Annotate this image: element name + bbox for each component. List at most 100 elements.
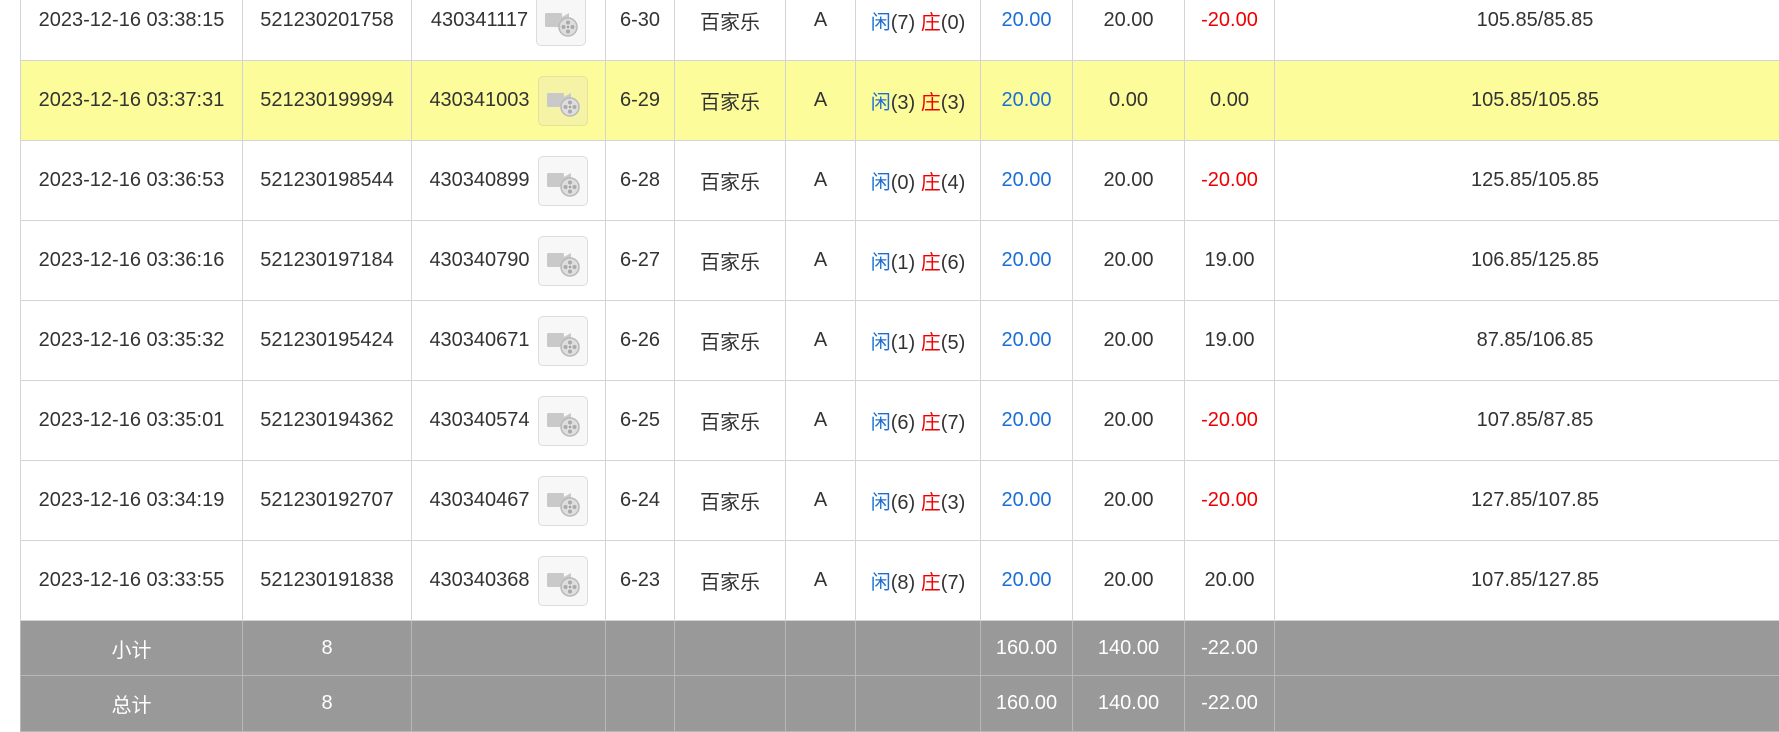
table-id: A bbox=[786, 461, 856, 541]
subtotal-winloss: -22.00 bbox=[1185, 621, 1275, 676]
total-valid: 140.00 bbox=[1073, 676, 1185, 732]
valid-bet: 20.00 bbox=[1073, 301, 1185, 381]
bet-time: 2023-12-16 03:35:32 bbox=[21, 301, 243, 381]
game-number-cell: 430341003 bbox=[412, 61, 606, 141]
total-count: 8 bbox=[243, 676, 412, 732]
balance-change: 107.85/127.85 bbox=[1275, 541, 1779, 621]
video-replay-button[interactable] bbox=[538, 76, 588, 126]
table-row: 2023-12-16 03:33:55521230191838430340368… bbox=[21, 541, 1779, 621]
round-number: 6-25 bbox=[606, 381, 675, 461]
banker-points: (5) bbox=[941, 332, 965, 354]
game-name: 百家乐 bbox=[675, 301, 786, 381]
result-cell: 闲(1) 庄(6) bbox=[856, 221, 981, 301]
video-replay-icon bbox=[544, 483, 582, 519]
balance-change: 106.85/125.85 bbox=[1275, 221, 1779, 301]
round-number: 6-24 bbox=[606, 461, 675, 541]
banker-points: (3) bbox=[941, 492, 965, 514]
bet-time: 2023-12-16 03:36:16 bbox=[21, 221, 243, 301]
result-cell: 闲(6) 庄(3) bbox=[856, 461, 981, 541]
table-id: A bbox=[786, 541, 856, 621]
bet-time: 2023-12-16 03:36:53 bbox=[21, 141, 243, 221]
game-name: 百家乐 bbox=[675, 0, 786, 61]
balance-change: 105.85/85.85 bbox=[1275, 0, 1779, 61]
video-replay-button[interactable] bbox=[536, 0, 586, 46]
player-points: (1) bbox=[891, 252, 915, 274]
valid-bet: 20.00 bbox=[1073, 141, 1185, 221]
video-replay-button[interactable] bbox=[538, 476, 588, 526]
table-footer: 小计 8 160.00 140.00 -22.00 总计 8 160.00 14… bbox=[21, 621, 1779, 732]
player-label: 闲 bbox=[871, 252, 891, 274]
subtotal-row: 小计 8 160.00 140.00 -22.00 bbox=[21, 621, 1779, 676]
banker-points: (7) bbox=[941, 412, 965, 434]
result-cell: 闲(7) 庄(0) bbox=[856, 0, 981, 61]
balance-change: 105.85/105.85 bbox=[1275, 61, 1779, 141]
table-row: 2023-12-16 03:35:01521230194362430340574… bbox=[21, 381, 1779, 461]
order-number: 521230195424 bbox=[243, 301, 412, 381]
game-number: 430340671 bbox=[429, 329, 529, 352]
round-number: 6-26 bbox=[606, 301, 675, 381]
player-points: (6) bbox=[891, 412, 915, 434]
video-replay-icon bbox=[544, 163, 582, 199]
table-id: A bbox=[786, 0, 856, 61]
game-number-cell: 430340574 bbox=[412, 381, 606, 461]
bet-amount: 20.00 bbox=[981, 221, 1073, 301]
total-winloss: -22.00 bbox=[1185, 676, 1275, 732]
video-replay-button[interactable] bbox=[538, 556, 588, 606]
video-replay-icon bbox=[544, 323, 582, 359]
table-row: 2023-12-16 03:37:31521230199994430341003… bbox=[21, 61, 1779, 141]
valid-bet: 20.00 bbox=[1073, 461, 1185, 541]
balance-change: 125.85/105.85 bbox=[1275, 141, 1779, 221]
player-points: (0) bbox=[891, 172, 915, 194]
round-number: 6-28 bbox=[606, 141, 675, 221]
game-number: 430341003 bbox=[429, 89, 529, 112]
total-row: 总计 8 160.00 140.00 -22.00 bbox=[21, 676, 1779, 732]
game-name: 百家乐 bbox=[675, 461, 786, 541]
round-number: 6-27 bbox=[606, 221, 675, 301]
round-number: 6-30 bbox=[606, 0, 675, 61]
valid-bet: 20.00 bbox=[1073, 0, 1185, 61]
valid-bet: 20.00 bbox=[1073, 381, 1185, 461]
banker-label: 庄 bbox=[921, 92, 941, 114]
valid-bet: 0.00 bbox=[1073, 61, 1185, 141]
table-row: 2023-12-16 03:36:16521230197184430340790… bbox=[21, 221, 1779, 301]
player-label: 闲 bbox=[871, 572, 891, 594]
bet-amount: 20.00 bbox=[981, 141, 1073, 221]
table-id: A bbox=[786, 381, 856, 461]
game-number-cell: 430341117 bbox=[412, 0, 606, 61]
bet-time: 2023-12-16 03:35:01 bbox=[21, 381, 243, 461]
bet-amount: 20.00 bbox=[981, 301, 1073, 381]
player-label: 闲 bbox=[871, 12, 891, 34]
video-replay-icon bbox=[544, 83, 582, 119]
video-replay-button[interactable] bbox=[538, 316, 588, 366]
game-name: 百家乐 bbox=[675, 141, 786, 221]
subtotal-label: 小计 bbox=[21, 621, 243, 676]
result-cell: 闲(6) 庄(7) bbox=[856, 381, 981, 461]
player-points: (6) bbox=[891, 492, 915, 514]
subtotal-valid: 140.00 bbox=[1073, 621, 1185, 676]
bet-time: 2023-12-16 03:37:31 bbox=[21, 61, 243, 141]
game-name: 百家乐 bbox=[675, 221, 786, 301]
video-replay-button[interactable] bbox=[538, 396, 588, 446]
video-replay-button[interactable] bbox=[538, 236, 588, 286]
total-bet: 160.00 bbox=[981, 676, 1073, 732]
player-label: 闲 bbox=[871, 92, 891, 114]
video-replay-button[interactable] bbox=[538, 156, 588, 206]
video-replay-icon bbox=[544, 403, 582, 439]
order-number: 521230201758 bbox=[243, 0, 412, 61]
video-replay-icon bbox=[544, 243, 582, 279]
player-label: 闲 bbox=[871, 492, 891, 514]
banker-points: (7) bbox=[941, 572, 965, 594]
result-cell: 闲(8) 庄(7) bbox=[856, 541, 981, 621]
player-points: (7) bbox=[891, 12, 915, 34]
win-loss: 19.00 bbox=[1185, 221, 1275, 301]
order-number: 521230192707 bbox=[243, 461, 412, 541]
game-name: 百家乐 bbox=[675, 381, 786, 461]
player-label: 闲 bbox=[871, 332, 891, 354]
video-replay-icon bbox=[542, 3, 580, 39]
win-loss: 20.00 bbox=[1185, 541, 1275, 621]
win-loss: -20.00 bbox=[1185, 141, 1275, 221]
bet-time: 2023-12-16 03:33:55 bbox=[21, 541, 243, 621]
banker-label: 庄 bbox=[921, 492, 941, 514]
player-label: 闲 bbox=[871, 412, 891, 434]
player-points: (1) bbox=[891, 332, 915, 354]
